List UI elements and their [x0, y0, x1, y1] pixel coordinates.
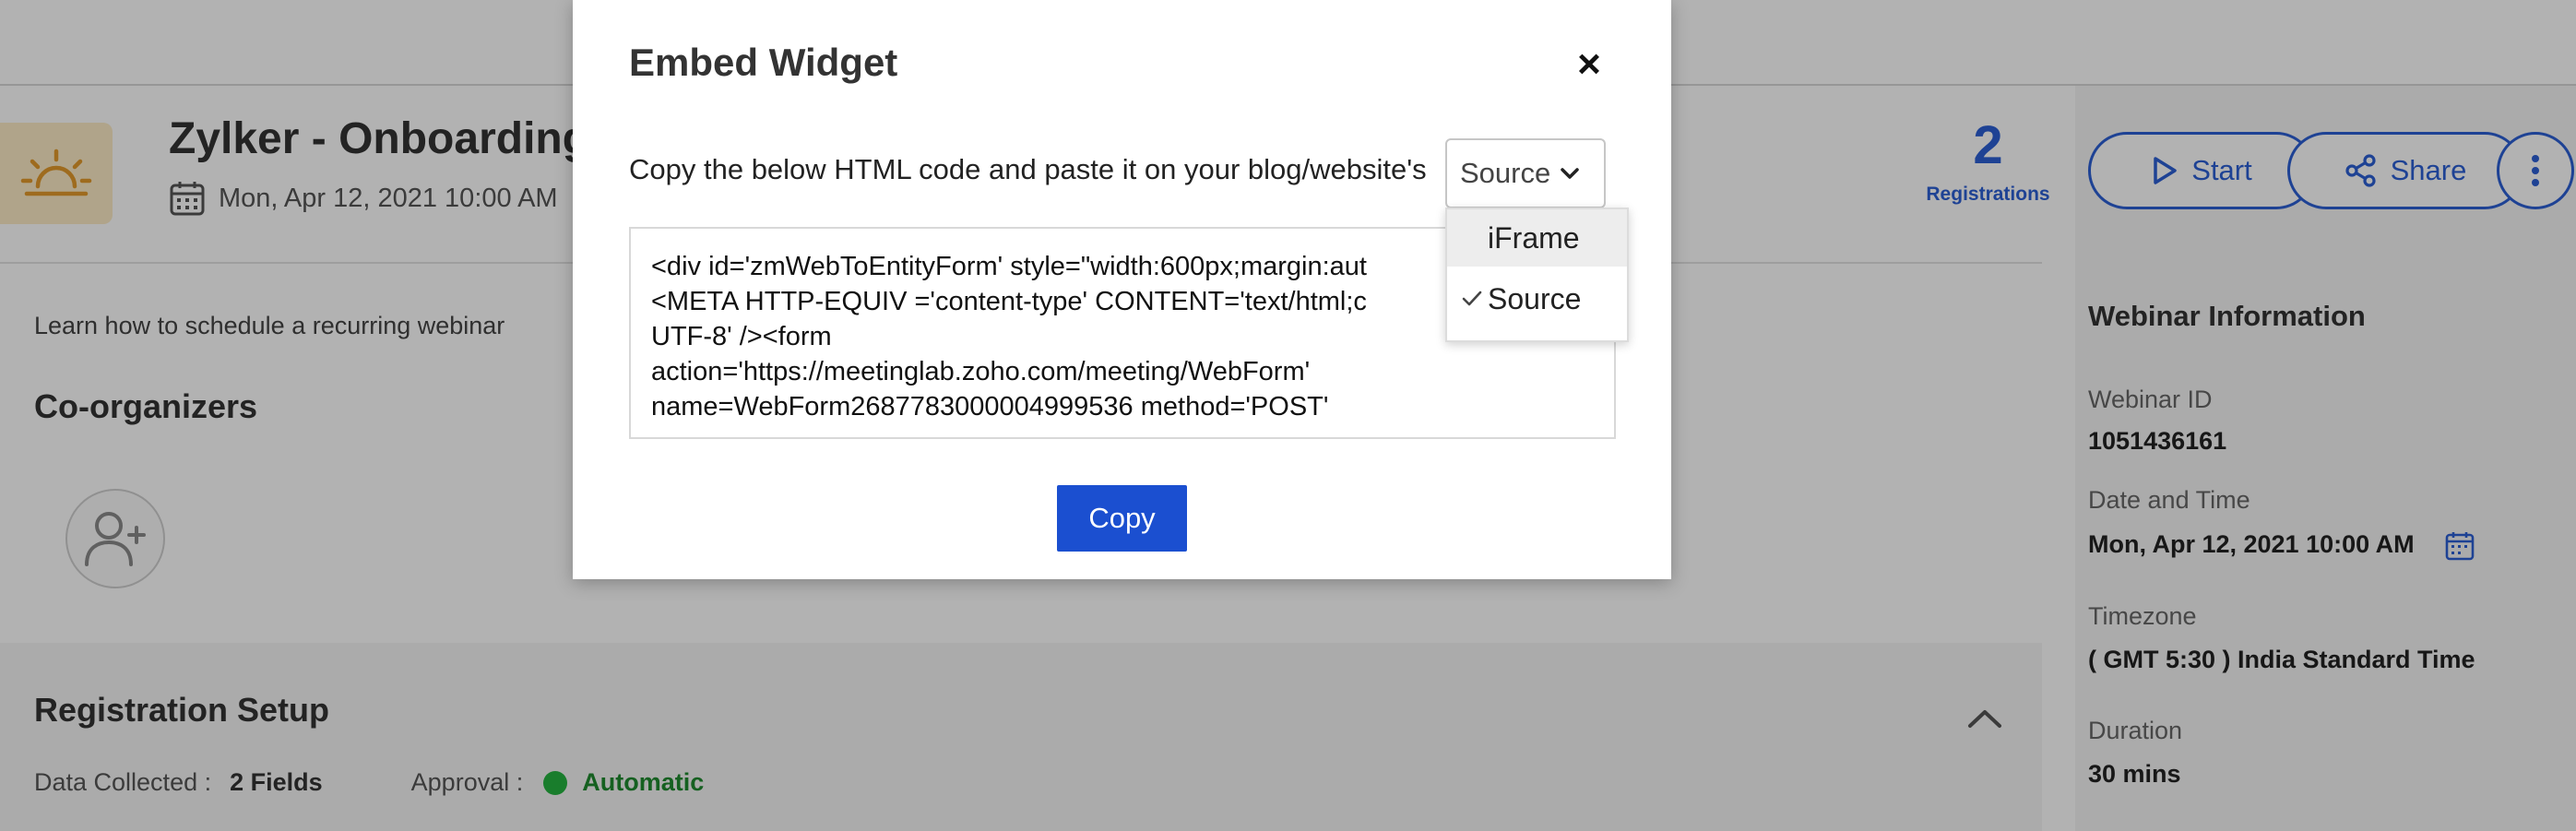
- dropdown-option-source[interactable]: Source: [1447, 270, 1627, 327]
- chevron-down-icon: [1561, 168, 1579, 179]
- embed-instruction: Copy the below HTML code and paste it on…: [629, 153, 1427, 185]
- dialog-title: Embed Widget: [629, 41, 898, 84]
- webinar-page: Zylker - Onboarding W Mon, Apr 12, 2021 …: [0, 0, 2576, 831]
- option-label: iFrame: [1488, 220, 1580, 255]
- selected-format: Source: [1460, 157, 1551, 189]
- close-icon[interactable]: ×: [1573, 44, 1606, 85]
- checkmark-icon: [1456, 291, 1488, 307]
- option-label: Source: [1488, 281, 1582, 315]
- embed-format-dropdown: iFrame Source: [1445, 208, 1629, 342]
- dropdown-option-iframe[interactable]: iFrame: [1447, 209, 1627, 267]
- embed-format-select[interactable]: Source: [1445, 138, 1606, 208]
- copy-button[interactable]: Copy: [1057, 485, 1187, 552]
